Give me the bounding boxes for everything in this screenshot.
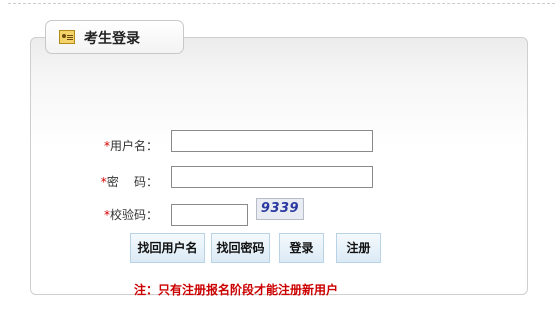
find-username-button[interactable]: 找回用户名 (130, 233, 205, 263)
password-input[interactable] (171, 166, 373, 188)
captcha-label-text: 校验码： (109, 208, 158, 222)
registration-note: 注：只有注册报名阶段才能注册新用户 (134, 283, 339, 297)
register-button[interactable]: 注册 (336, 233, 381, 263)
find-password-button[interactable]: 找回密码 (211, 233, 270, 263)
password-label: *密 码： (98, 173, 158, 190)
username-input[interactable] (171, 130, 373, 152)
panel-title: 考生登录 (84, 31, 140, 47)
username-label-text: 用户名： (109, 139, 158, 153)
id-card-icon (59, 30, 75, 44)
panel-header-tab: 考生登录 (45, 20, 184, 54)
username-label: *用户名： (98, 137, 158, 154)
login-button[interactable]: 登录 (279, 233, 324, 263)
captcha-label: *校验码： (98, 206, 158, 223)
captcha-input[interactable] (171, 204, 248, 226)
password-label-text: 密 码： (106, 175, 158, 189)
top-divider (8, 3, 555, 4)
captcha-image[interactable]: 9339 (256, 198, 304, 220)
